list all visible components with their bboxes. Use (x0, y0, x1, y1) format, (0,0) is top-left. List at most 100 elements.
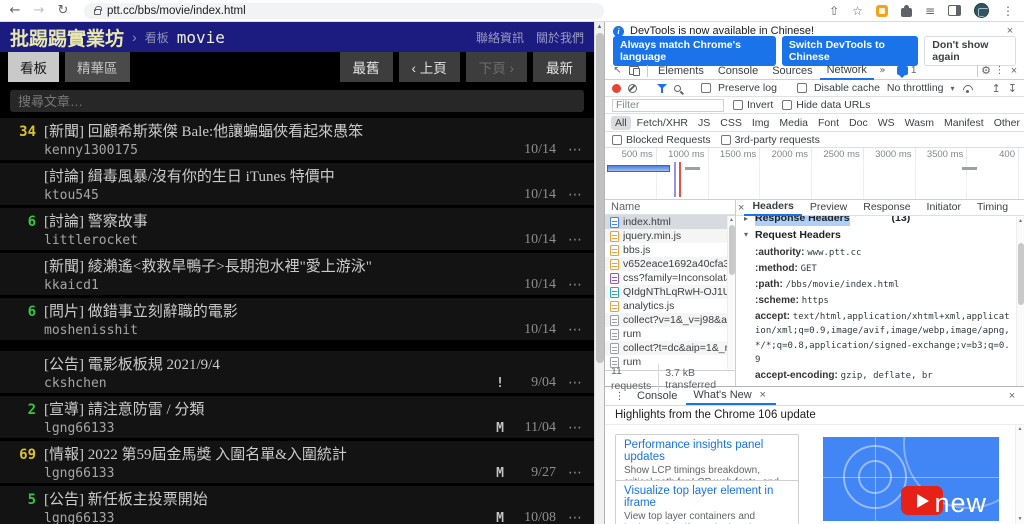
drawer-scrollbar[interactable]: ▲ ▼ (1015, 425, 1024, 524)
request-row[interactable]: collect?t=dc&aip=1&_r=3&v... (605, 341, 735, 355)
pill-js[interactable]: JS (694, 116, 714, 130)
issues-icon[interactable] (896, 66, 908, 78)
newest-button[interactable]: 最新 (533, 52, 586, 82)
request-list-scrollbar[interactable]: ▲ (727, 216, 735, 369)
tab-headers[interactable]: Headers (744, 199, 802, 216)
tab-board[interactable]: 看板 (8, 52, 59, 82)
post-author[interactable]: ktou545 (44, 188, 488, 203)
record-icon[interactable] (612, 83, 621, 93)
tab-digest[interactable]: 精華區 (65, 52, 130, 82)
response-headers-section[interactable]: ▸ Response Headers (13) (744, 216, 1012, 226)
devtools-menu-icon[interactable]: ⋮ (991, 65, 1008, 76)
profile-avatar[interactable] (974, 3, 989, 18)
scrollbar-thumb[interactable] (596, 33, 604, 363)
post-author[interactable]: ckshchen (44, 376, 488, 391)
pill-all[interactable]: All (611, 115, 631, 130)
reload-icon[interactable]: ↻ (56, 1, 70, 21)
triangle-right-icon[interactable]: ▸ (744, 216, 755, 226)
search-icon[interactable] (674, 84, 681, 92)
request-row[interactable]: index.html (605, 215, 735, 229)
name-column-header[interactable]: Name (605, 200, 735, 215)
post-author[interactable]: kkaicd1 (44, 278, 488, 293)
hide-data-urls-checkbox[interactable] (782, 100, 793, 110)
post-title-link[interactable]: [新聞] 回顧希斯萊傑 Bale:他讓蝙蝠俠看起來愚笨 (44, 120, 363, 141)
site-brand[interactable]: 批踢踢實業坊 (10, 24, 124, 51)
post-author[interactable]: moshenisshit (44, 323, 488, 338)
throttling-select[interactable]: No throttling (887, 82, 944, 94)
request-row[interactable]: QIdgNThLqRwH-OJ1UHjIKEN... (605, 285, 735, 299)
scrollbar-thumb[interactable] (1018, 243, 1024, 305)
drawer-close-icon[interactable]: × (1006, 390, 1018, 402)
post-title-link[interactable]: [問片] 做錯事立刻辭職的電影 (44, 300, 238, 321)
tab-initiator[interactable]: Initiator (919, 200, 969, 215)
extensions-puzzle-icon[interactable] (900, 4, 912, 17)
tab-timing[interactable]: Timing (969, 200, 1016, 215)
post-title-link[interactable]: [公告] 電影板板規 2021/9/4 (44, 353, 220, 374)
device-toolbar-icon[interactable] (629, 66, 640, 76)
forward-icon[interactable]: → (32, 1, 46, 21)
scroll-up-icon[interactable]: ▲ (1016, 425, 1024, 434)
pill-img[interactable]: Img (748, 116, 774, 130)
post-menu-icon[interactable]: ⋯ (556, 465, 594, 481)
pill-media[interactable]: Media (775, 116, 812, 130)
tab-console[interactable]: Console (711, 63, 765, 79)
post-author[interactable]: littlerocket (44, 233, 488, 248)
request-row[interactable]: analytics.js (605, 299, 735, 313)
details-scrollbar[interactable]: ▲ (1016, 217, 1024, 386)
third-party-checkbox[interactable] (720, 134, 731, 145)
card-link[interactable]: Visualize top layer element in iframe (624, 485, 790, 509)
post-menu-icon[interactable]: ⋯ (556, 232, 594, 248)
pill-css[interactable]: CSS (716, 116, 746, 130)
post-menu-icon[interactable]: ⋯ (556, 375, 594, 391)
tab-cookies[interactable]: Cookies (1016, 200, 1024, 215)
post-title-link[interactable]: [討論] 緝毒風暴/沒有你的生日 iTunes 特價中 (44, 165, 335, 186)
post-menu-icon[interactable]: ⋯ (556, 510, 594, 524)
preserve-log-checkbox[interactable] (701, 83, 711, 93)
request-row[interactable]: collect?v=1&_v=j98&a=8077... (605, 313, 735, 327)
prev-page-button[interactable]: ‹ 上頁 (398, 52, 460, 82)
pill-fetch-xhr[interactable]: Fetch/XHR (633, 116, 692, 130)
tab-network[interactable]: Network (819, 62, 874, 80)
scroll-up-icon[interactable]: ▲ (1017, 217, 1024, 225)
clear-icon[interactable] (628, 83, 637, 93)
post-title-link[interactable]: [討論] 警察故事 (44, 210, 148, 231)
tab-elements[interactable]: Elements (651, 63, 711, 79)
filter-funnel-icon[interactable] (657, 83, 667, 93)
post-author[interactable]: lgng66133 (44, 421, 488, 436)
request-headers-section[interactable]: ▾ Request Headers (744, 226, 1012, 244)
post-author[interactable]: lgng66133 (44, 511, 488, 524)
side-panel-icon[interactable] (948, 5, 961, 16)
pill-wasm[interactable]: Wasm (901, 116, 938, 130)
address-bar[interactable]: ptt.cc/bbs/movie/index.html (84, 2, 604, 19)
extension-icon[interactable] (875, 4, 888, 17)
tab-preview[interactable]: Preview (802, 200, 855, 215)
page-scrollbar[interactable]: ▲ (594, 22, 604, 524)
search-input[interactable] (10, 90, 584, 112)
post-menu-icon[interactable]: ⋯ (556, 277, 594, 293)
board-name[interactable]: movie (177, 28, 225, 47)
post-title-link[interactable]: [宣導] 請注意防雷 / 分類 (44, 398, 204, 419)
browser-menu-icon[interactable]: ⋮ (1002, 3, 1014, 19)
pill-other[interactable]: Other (990, 116, 1024, 130)
tab-response[interactable]: Response (855, 200, 918, 215)
bookmark-star-icon[interactable]: ☆ (852, 3, 863, 19)
card-link[interactable]: Performance insights panel updates (624, 439, 790, 463)
request-row[interactable]: v652eace1692a40cfa3763df6... (605, 257, 735, 271)
whats-new-close-icon[interactable]: × (757, 387, 769, 403)
post-title-link[interactable]: [情報] 2022 第59屆金馬獎 入圍名單&入圍統計 (44, 443, 347, 464)
post-title-link[interactable]: [新聞] 綾瀨遙<救救旱鴨子>長期泡水裡"愛上游泳" (44, 255, 372, 276)
disable-cache-checkbox[interactable] (796, 83, 807, 93)
contact-link[interactable]: 聯絡資訊 (476, 29, 524, 46)
post-author[interactable]: kenny1300175 (44, 143, 488, 158)
whats-new-video-banner[interactable]: new (823, 437, 999, 521)
post-menu-icon[interactable]: ⋯ (556, 322, 594, 338)
pill-ws[interactable]: WS (874, 116, 899, 130)
more-tabs-icon[interactable]: » (874, 65, 891, 76)
post-menu-icon[interactable]: ⋯ (556, 142, 594, 158)
scroll-up-icon[interactable]: ▲ (728, 216, 735, 224)
tab-list-icon[interactable]: ≡ (925, 3, 935, 19)
post-author[interactable]: lgng66133 (44, 466, 488, 481)
oldest-button[interactable]: 最舊 (339, 52, 393, 82)
triangle-down-icon[interactable]: ▾ (744, 226, 755, 244)
back-icon[interactable]: ← (8, 1, 22, 21)
